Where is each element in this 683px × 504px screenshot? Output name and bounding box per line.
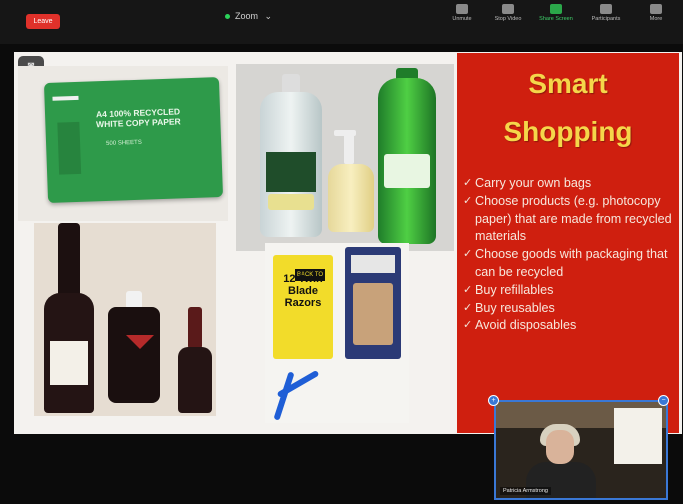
participants-icon [600, 4, 612, 14]
photo-refill-bottles [236, 64, 454, 251]
razor-pack-text: 12 Twin Blade Razors [283, 273, 323, 309]
share-screen-label: Share Screen [539, 16, 573, 22]
checkmark-icon: ✓ [463, 248, 473, 261]
paper-pack-sub: 500 SHEETS [106, 139, 142, 147]
self-video-thumbnail[interactable]: Patricia Armstrong [494, 400, 668, 500]
bullet-text: Carry your own bags [475, 176, 592, 190]
background-window [614, 408, 662, 464]
pump-stem [344, 132, 354, 164]
paper-pack-text: A4 100% RECYCLED WHITE COPY PAPER [95, 106, 181, 130]
chevron-down-icon: ⌄ [264, 11, 273, 21]
paper-brand-strip [52, 95, 79, 101]
bullet-text: Avoid disposables [475, 318, 577, 333]
blade-pack-window [353, 283, 393, 345]
resize-handle-icon[interactable]: + [488, 395, 499, 406]
share-screen-icon [550, 4, 562, 14]
detergent-label [384, 154, 430, 188]
list-item: ✓ Choose products (e.g. photocopy paper) … [463, 193, 677, 246]
checkmark-icon: ✓ [463, 301, 473, 314]
bullet-text: Choose products (e.g. photocopy paper) t… [475, 193, 672, 244]
meeting-title-text: Zoom [235, 11, 259, 21]
razor-handle [276, 369, 320, 399]
person-face [546, 430, 574, 464]
bottle-cap [282, 74, 300, 94]
microphone-icon [456, 4, 468, 14]
blade-pack-logo [351, 255, 395, 273]
checkmark-icon: ✓ [463, 319, 473, 332]
participants-button[interactable]: Participants [584, 4, 628, 22]
stop-video-label: Stop Video [494, 16, 522, 22]
slide-title-line2: Shopping [503, 116, 633, 147]
bullet-text: Choose goods with packaging that can be … [475, 247, 668, 279]
bullet-text: Buy refillables [475, 282, 554, 297]
list-item: ✓ Avoid disposables [463, 317, 677, 335]
pump-soap-bottle [328, 164, 374, 232]
more-button[interactable]: More [634, 4, 678, 22]
bullet-text: Buy reusables [475, 300, 555, 315]
unmute-label: Unmute [452, 16, 472, 22]
small-wine-bottle [178, 347, 212, 413]
wine-label [50, 341, 88, 385]
razor-handle [273, 371, 295, 421]
more-label: More [649, 16, 663, 22]
photo-razors: BACK TO BASICS 12 Twin Blade Razors [265, 243, 409, 423]
share-screen-button[interactable]: Share Screen [534, 4, 578, 22]
smart-shopping-panel: Smart Shopping ✓ Carry your own bags ✓ Cho… [457, 53, 679, 433]
bottle-label [266, 152, 316, 192]
checkmark-icon: ✓ [463, 177, 473, 189]
small-bottle-neck [188, 307, 202, 349]
paper-side-panel [57, 121, 82, 175]
leave-button[interactable]: Leave [26, 14, 60, 29]
checkmark-icon: ✓ [463, 194, 473, 207]
more-icon [650, 4, 662, 14]
status-dot-icon [225, 14, 230, 20]
stop-video-button[interactable]: Stop Video [486, 4, 530, 22]
checkmark-icon: ✓ [463, 283, 473, 296]
zoom-toolbar: Leave Zoom ⌄ Unmute Stop Video Share Scr… [0, 0, 683, 44]
photo-recycled-paper: A4 100% RECYCLED WHITE COPY PAPER 500 SH… [18, 66, 228, 221]
photo-wine-bottles [34, 223, 216, 416]
bullet-list: ✓ Carry your own bags ✓ Choose products (e… [463, 175, 677, 335]
paper-pack: A4 100% RECYCLED WHITE COPY PAPER 500 SH… [43, 76, 224, 204]
list-item: ✓ Buy refillables [463, 282, 677, 300]
list-item: ✓ Carry your own bags [463, 175, 677, 193]
participant-name: Patricia Armstrong [500, 487, 551, 495]
meeting-title[interactable]: Zoom ⌄ [225, 11, 272, 22]
slide-title-line1: Smart [528, 68, 608, 99]
list-item: ✓ Buy reusables [463, 300, 677, 318]
wine-glass-icon [126, 335, 154, 363]
participants-label: Participants [591, 16, 621, 22]
wine-bottle-neck [58, 223, 80, 297]
bottle-label-flower [268, 194, 314, 210]
video-camera-icon [502, 4, 514, 14]
unmute-button[interactable]: Unmute [440, 4, 484, 22]
minimize-handle-icon[interactable]: − [658, 395, 669, 406]
list-item: ✓ Choose goods with packaging that can be… [463, 246, 677, 282]
